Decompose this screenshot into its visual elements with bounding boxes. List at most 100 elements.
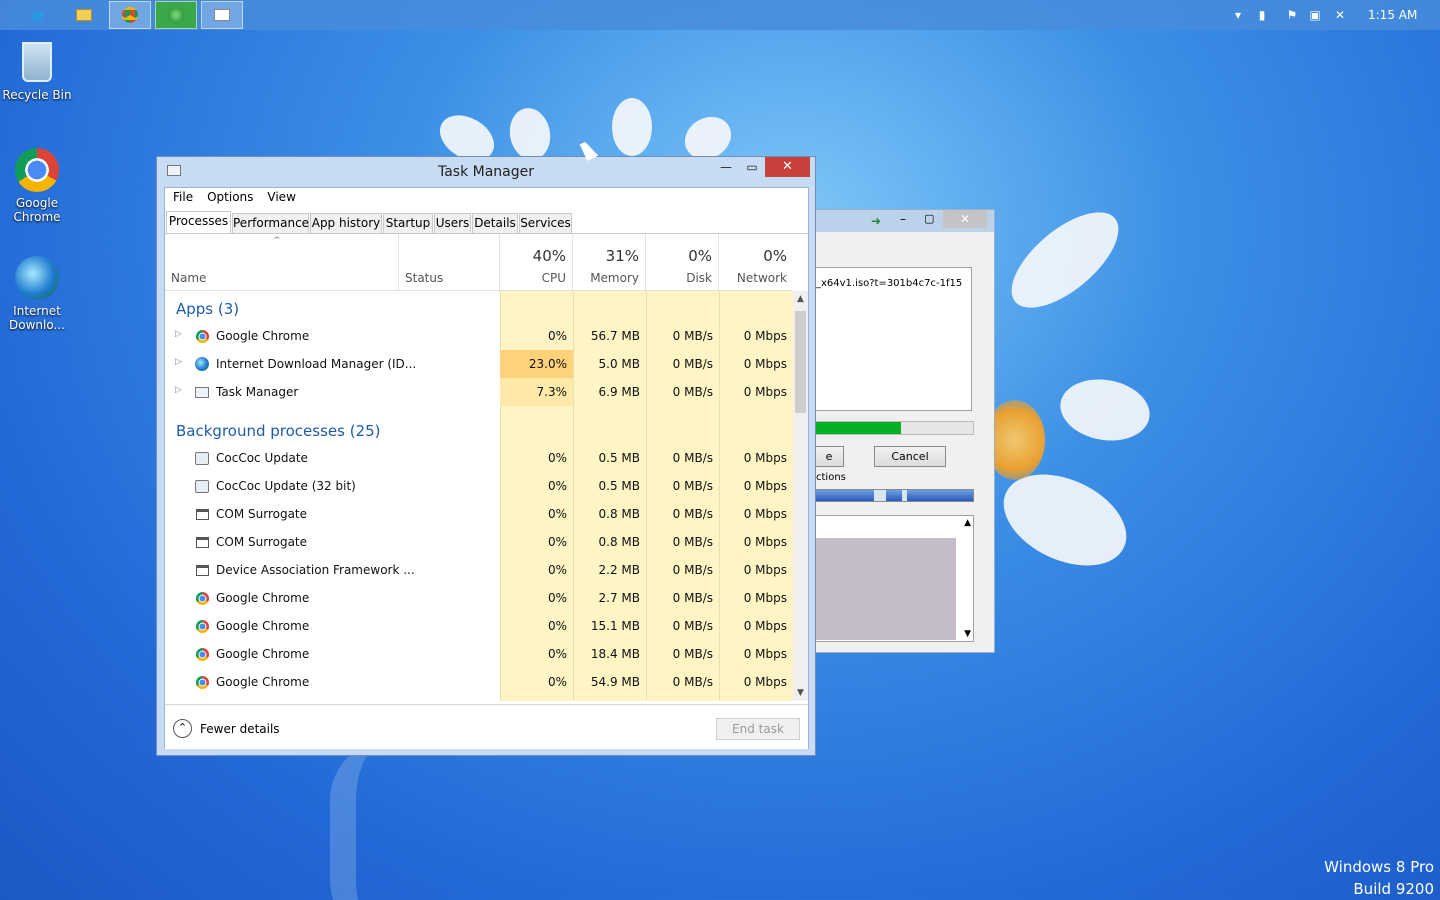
task-manager-taskbar-button[interactable] — [201, 1, 243, 29]
end-task-button[interactable]: End task — [716, 718, 800, 740]
tab-details[interactable]: Details — [472, 213, 518, 233]
tab-processes[interactable]: Processes — [166, 211, 231, 234]
process-row[interactable]: ▷ Internet Download Manager (ID... 23.0% 5.… — [165, 350, 793, 378]
chrome-icon — [194, 646, 210, 662]
scrollbar-thumb[interactable] — [795, 311, 806, 413]
title-bar[interactable]: Task Manager — ▭ ✕ — [157, 157, 815, 187]
process-row[interactable]: Google Chrome 0% 18.4 MB 0 MB/s 0 Mbps — [165, 640, 793, 668]
process-network: 0 Mbps — [743, 647, 787, 661]
group-header: Background processes (25) — [176, 422, 381, 440]
sort-arrow-icon: ^ — [273, 236, 281, 246]
chrome-icon — [194, 590, 210, 606]
maximize-icon[interactable]: ▢ — [924, 212, 934, 225]
column-disk[interactable]: 0% Disk — [646, 234, 719, 290]
process-memory: 0.5 MB — [598, 479, 640, 493]
idm-icon — [168, 7, 184, 23]
process-name: COM Surrogate — [216, 507, 308, 521]
idm-pause-button[interactable]: e — [814, 446, 844, 467]
idm-desktop-icon[interactable]: Internet Downlo... — [1, 254, 73, 332]
process-row[interactable]: Google Chrome 0% 54.9 MB 0 MB/s 0 Mbps — [165, 668, 793, 696]
scroll-up-icon[interactable]: ▲ — [964, 518, 971, 528]
process-row[interactable]: COM Surrogate 0% 0.8 MB 0 MB/s 0 Mbps — [165, 528, 793, 556]
process-cpu: 0% — [547, 451, 567, 465]
process-memory: 6.9 MB — [598, 385, 640, 399]
fewer-details-button[interactable]: ⌃ Fewer details — [173, 719, 280, 738]
expand-arrow-icon[interactable]: ▷ — [175, 329, 182, 339]
tab-services[interactable]: Services — [519, 213, 572, 233]
process-row[interactable]: COM Surrogate 0% 0.8 MB 0 MB/s 0 Mbps — [165, 500, 793, 528]
scroll-down-icon[interactable]: ▼ — [793, 685, 808, 701]
process-row[interactable]: CocCoc Update (32 bit) 0% 0.5 MB 0 MB/s 0 Mb… — [165, 472, 793, 500]
window-icon — [194, 534, 210, 550]
process-disk: 0 MB/s — [672, 451, 713, 465]
column-network[interactable]: 0% Network — [719, 234, 793, 290]
ie-icon[interactable]: e — [17, 1, 59, 29]
recycle-bin-desktop-icon[interactable]: Recycle Bin — [1, 38, 73, 102]
network-total: 0% — [763, 247, 787, 265]
minimize-button[interactable]: — — [713, 157, 739, 177]
process-memory: 15.1 MB — [590, 619, 640, 633]
process-row[interactable]: ▷ Task Manager 7.3% 6.9 MB 0 MB/s 0 Mbps — [165, 378, 793, 406]
tab-users[interactable]: Users — [434, 213, 471, 233]
close-icon: ✕ — [782, 159, 793, 174]
scroll-down-icon[interactable]: ▼ — [964, 629, 971, 639]
process-name: Device Association Framework ... — [216, 563, 415, 577]
cpu-total: 40% — [532, 247, 566, 265]
file-explorer-icon[interactable] — [63, 1, 105, 29]
idm-url-box: _x64v1.iso?t=301b4c7c-1f15 — [816, 267, 972, 411]
tab-performance[interactable]: Performance — [232, 213, 309, 233]
tab-app-history[interactable]: App history — [310, 213, 382, 233]
process-row[interactable]: ▷ Google Chrome 0% 56.7 MB 0 MB/s 0 Mbps — [165, 322, 793, 350]
scroll-up-icon[interactable]: ▲ — [793, 291, 808, 307]
column-status[interactable]: Status — [399, 234, 500, 290]
idm-title-bar[interactable]: ➜ – ▢ ✕ — [816, 210, 994, 232]
process-row[interactable]: Google Chrome 0% 15.1 MB 0 MB/s 0 Mbps — [165, 612, 793, 640]
volume-muted-icon[interactable]: ✕ — [1332, 7, 1348, 23]
clock[interactable]: 1:15 AM — [1368, 8, 1417, 22]
menu-options[interactable]: Options — [201, 188, 261, 208]
network-icon[interactable]: ▣ — [1307, 7, 1323, 23]
idm-taskbar-button[interactable] — [155, 1, 197, 29]
task-manager-window[interactable]: Task Manager — ▭ ✕ File Options View Pro… — [156, 156, 816, 756]
menu-file[interactable]: File — [171, 188, 201, 208]
column-cpu[interactable]: 40% CPU — [500, 234, 573, 290]
watermark-build: Build 9200 — [1353, 880, 1434, 898]
chrome-desktop-icon[interactable]: Google Chrome — [1, 146, 73, 224]
disk-total: 0% — [688, 247, 712, 265]
window-icon — [194, 506, 210, 522]
idm-download-window[interactable]: ➜ – ▢ ✕ _x64v1.iso?t=301b4c7c-1f15 e Can… — [814, 209, 995, 653]
action-center-flag-icon[interactable]: ⚑ — [1284, 7, 1300, 23]
chrome-taskbar-button[interactable] — [109, 1, 151, 29]
process-memory: 18.4 MB — [590, 647, 640, 661]
column-memory[interactable]: 31% Memory — [573, 234, 646, 290]
process-name: CocCoc Update — [216, 451, 308, 465]
expand-arrow-icon[interactable]: ▷ — [175, 385, 182, 395]
process-row[interactable]: Google Chrome 0% 2.7 MB 0 MB/s 0 Mbps — [165, 584, 793, 612]
fewer-details-label: Fewer details — [200, 721, 280, 736]
cancel-button[interactable]: Cancel — [874, 446, 946, 467]
process-name: Internet Download Manager (ID... — [216, 357, 417, 371]
process-disk: 0 MB/s — [672, 385, 713, 399]
show-hidden-icons-chevron-icon[interactable]: ▾ — [1230, 7, 1246, 23]
process-row[interactable]: CocCoc Update 0% 0.5 MB 0 MB/s 0 Mbps — [165, 444, 793, 472]
process-memory: 2.7 MB — [598, 591, 640, 605]
desktop-icon-label: Google Chrome — [13, 196, 61, 224]
idm-connections-label: ctions — [816, 472, 846, 483]
menu-view[interactable]: View — [261, 188, 303, 208]
process-network: 0 Mbps — [743, 535, 787, 549]
column-name[interactable]: ^ Name — [165, 234, 399, 290]
process-network: 0 Mbps — [743, 451, 787, 465]
process-row[interactable]: Device Association Framework ... 0% 2.2 MB… — [165, 556, 793, 584]
device-icon[interactable]: ▮ — [1254, 7, 1270, 23]
maximize-button[interactable]: ▭ — [739, 157, 765, 177]
tab-startup[interactable]: Startup — [383, 213, 433, 233]
process-disk: 0 MB/s — [672, 479, 713, 493]
close-icon[interactable]: ✕ — [943, 210, 987, 228]
processes-panel: ^ Name Status 40% CPU 31% Memory 0% Disk… — [165, 234, 808, 704]
minimize-icon[interactable]: – — [900, 212, 906, 226]
process-disk: 0 MB/s — [672, 563, 713, 577]
process-name: CocCoc Update (32 bit) — [216, 479, 356, 493]
expand-arrow-icon[interactable]: ▷ — [175, 357, 182, 367]
vertical-scrollbar[interactable]: ▲ ▼ — [793, 291, 808, 701]
close-button[interactable]: ✕ — [765, 157, 810, 177]
